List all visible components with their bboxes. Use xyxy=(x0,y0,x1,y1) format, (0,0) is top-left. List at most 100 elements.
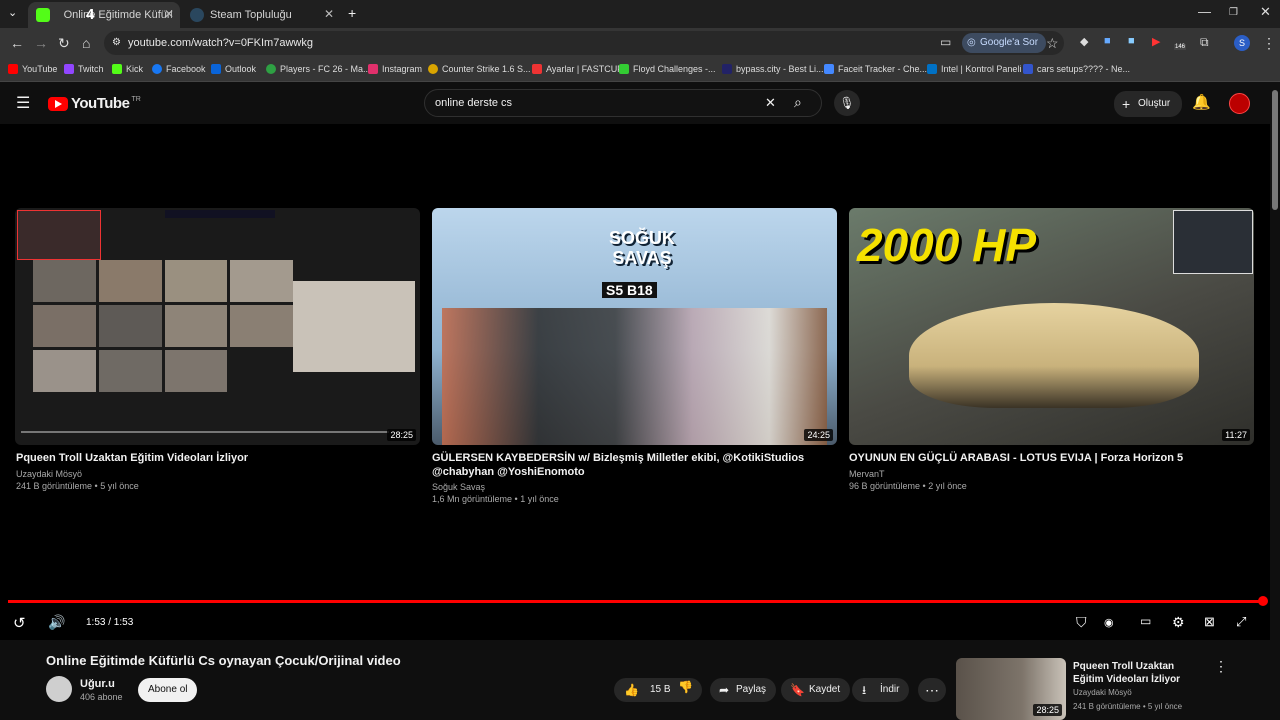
bookmark-outlook[interactable]: Outlook xyxy=(211,64,256,74)
theater-mode-icon[interactable]: ⊠ xyxy=(1204,614,1215,630)
extension-icon[interactable]: ■ xyxy=(1104,35,1111,47)
bookmark-floyd[interactable]: Floyd Challenges -... xyxy=(619,64,716,74)
endscreen-thumbnail[interactable]: 2000 HP 11:27 xyxy=(849,208,1254,445)
bookmark-icon: 🔖 xyxy=(790,683,805,697)
voice-search-icon[interactable]: 🎙 xyxy=(834,90,860,116)
up-next-menu-icon[interactable]: ⋮ xyxy=(1214,658,1228,675)
notifications-bell-icon[interactable]: 🔔 xyxy=(1192,93,1211,111)
extension-icon[interactable]: ■ xyxy=(1128,35,1135,47)
endscreen-title[interactable]: OYUNUN EN GÜÇLÜ ARABASI - LOTUS EVIJA | … xyxy=(849,451,1254,465)
bookmark-facebook[interactable]: Facebook xyxy=(152,64,206,74)
channel-avatar[interactable] xyxy=(46,676,72,702)
save-button[interactable]: 🔖 Kaydet xyxy=(781,678,851,702)
tab-close-icon[interactable]: ✕ xyxy=(324,7,334,21)
share-icon: ➦ xyxy=(719,683,730,697)
google-ask-button[interactable]: ◎ Google'a Sor xyxy=(962,33,1047,53)
extension-icon[interactable]: ◆ xyxy=(1080,35,1088,48)
subscribe-button[interactable]: Abone ol xyxy=(138,678,198,702)
bookmark-players[interactable]: Players - FC 26 - Ma... xyxy=(266,64,371,74)
tab-close-icon[interactable]: ✕ xyxy=(164,7,174,21)
minimize-icon[interactable]: — xyxy=(1198,4,1211,19)
bookmark-youtube[interactable]: YouTube xyxy=(8,64,57,74)
meeting-speaker xyxy=(293,281,415,372)
extensions-puzzle-icon[interactable]: ⧉ xyxy=(1200,35,1209,50)
back-icon[interactable]: ← xyxy=(10,35,24,51)
clear-search-icon[interactable]: ✕ xyxy=(765,90,776,116)
cast-icon[interactable]: ▭ xyxy=(940,35,951,49)
tab-search-icon[interactable]: ⌄ xyxy=(8,6,17,19)
search-value: online derste cs xyxy=(435,97,513,109)
channel-name[interactable]: Uğur.u xyxy=(80,678,115,690)
hamburger-menu-icon[interactable]: ☰ xyxy=(16,93,30,113)
share-label: Paylaş xyxy=(736,684,767,695)
account-avatar[interactable] xyxy=(1229,93,1250,114)
fullscreen-icon[interactable]: ⤢ xyxy=(1236,614,1246,630)
up-next-thumbnail[interactable]: 28:25 xyxy=(956,658,1066,720)
bookmark-label: Kick xyxy=(126,64,144,74)
up-next-title[interactable]: Pqueen Troll Uzaktan Eğitim Videoları İz… xyxy=(1073,660,1203,686)
youtube-extension-icon[interactable]: ▶ xyxy=(1152,35,1160,48)
create-button[interactable]: + Oluştur xyxy=(1114,91,1183,117)
bookmark-bypass[interactable]: bypass.city - Best Li... xyxy=(722,64,824,74)
address-bar[interactable]: ⚙ youtube.com/watch?v=0FKIm7awwkg xyxy=(104,31,1064,55)
bookmark-faceit[interactable]: Faceit Tracker - Che... xyxy=(824,64,927,74)
outlook-icon xyxy=(211,64,221,74)
browser-menu-icon[interactable]: ⋮ xyxy=(1262,35,1276,52)
endscreen-title[interactable]: Pqueen Troll Uzaktan Eğitim Videoları İz… xyxy=(16,451,416,465)
endscreen-thumbnail[interactable]: SOĞUK SAVAŞ S5 B18 24:25 xyxy=(432,208,837,445)
forward-icon[interactable]: → xyxy=(34,35,48,51)
thumbs-down-icon[interactable]: 👎 xyxy=(678,680,693,694)
fastcup-icon xyxy=(532,64,542,74)
kick-icon xyxy=(112,64,122,74)
thumbs-up-icon: 👍 xyxy=(624,683,639,697)
up-next-channel[interactable]: Uzaydaki Mösyö xyxy=(1073,688,1132,697)
reload-icon[interactable]: ↻ xyxy=(58,35,70,52)
more-actions-button[interactable]: ⋯ xyxy=(918,678,946,702)
tab-steam[interactable]: Steam Topluluğu ✕ xyxy=(182,2,340,28)
url-text: youtube.com/watch?v=0FKIm7awwkg xyxy=(128,37,313,49)
search-icon[interactable]: ⌕ xyxy=(794,94,802,111)
video-player[interactable]: 28:25 Pqueen Troll Uzaktan Eğitim Videol… xyxy=(0,124,1270,640)
youtube-wordmark: YouTube xyxy=(71,95,130,112)
page-scrollbar[interactable] xyxy=(1272,90,1278,210)
meeting-grid xyxy=(33,260,293,392)
endscreen-thumbnail[interactable]: 28:25 xyxy=(15,208,420,445)
home-icon[interactable]: ⌂ xyxy=(82,35,90,51)
bookmark-label: Intel | Kontrol Paneli xyxy=(941,64,1022,74)
sponsorblock-icon[interactable]: ⛉ xyxy=(1076,614,1087,631)
volume-icon[interactable]: 🔊 xyxy=(48,614,65,631)
share-button[interactable]: ➦ Paylaş xyxy=(710,678,777,702)
scrubber-handle[interactable] xyxy=(1258,596,1268,606)
site-info-icon[interactable]: ⚙ xyxy=(112,31,121,55)
bookmark-label: Ayarlar | FASTCUP xyxy=(546,64,624,74)
search-input[interactable]: online derste cs ✕ xyxy=(424,89,822,117)
bookmark-intel[interactable]: Intel | Kontrol Paneli xyxy=(927,64,1021,74)
download-button[interactable]: ⭳ İndir xyxy=(852,678,910,702)
bookmark-twitch[interactable]: Twitch xyxy=(64,64,104,74)
video-duration: 11:27 xyxy=(1222,429,1250,441)
bookmark-instagram[interactable]: Instagram xyxy=(368,64,422,74)
progress-bar[interactable] xyxy=(8,600,1262,603)
bookmark-label: bypass.city - Best Li... xyxy=(736,64,824,74)
cars-icon xyxy=(1023,64,1033,74)
bookmark-kick[interactable]: Kick xyxy=(112,64,143,74)
youtube-logo[interactable]: YouTube TR xyxy=(48,95,141,112)
subscribe-label: Abone ol xyxy=(148,684,188,695)
tab-youtube[interactable]: 4 Online Eğitimde Küfürlü Cs oy... ✕ xyxy=(28,2,180,28)
region-code: TR xyxy=(131,96,141,103)
subtitles-icon[interactable]: ▭ xyxy=(1140,614,1151,628)
bookmark-cars[interactable]: cars setups???? - Ne... xyxy=(1023,64,1130,74)
bookmark-fastcup[interactable]: Ayarlar | FASTCUP xyxy=(532,64,623,74)
replay-icon[interactable]: ↺ xyxy=(13,614,26,632)
endscreen-title[interactable]: GÜLERSEN KAYBEDERSİN w/ Bizleşmiş Millet… xyxy=(432,451,832,479)
save-label: Kaydet xyxy=(809,684,841,695)
maximize-icon[interactable]: ❐ xyxy=(1229,7,1238,18)
bookmark-star-icon[interactable]: ☆ xyxy=(1046,35,1059,52)
bookmark-counter-strike[interactable]: Counter Strike 1.6 S... xyxy=(428,64,531,74)
wheel-cam-overlay xyxy=(1173,210,1253,274)
close-window-icon[interactable]: ✕ xyxy=(1260,4,1271,20)
autoplay-toggle-icon[interactable]: ◉ xyxy=(1104,616,1114,629)
profile-avatar[interactable]: S xyxy=(1234,35,1250,51)
new-tab-icon[interactable]: + xyxy=(348,5,356,21)
settings-gear-icon[interactable]: ⚙ xyxy=(1172,614,1185,631)
